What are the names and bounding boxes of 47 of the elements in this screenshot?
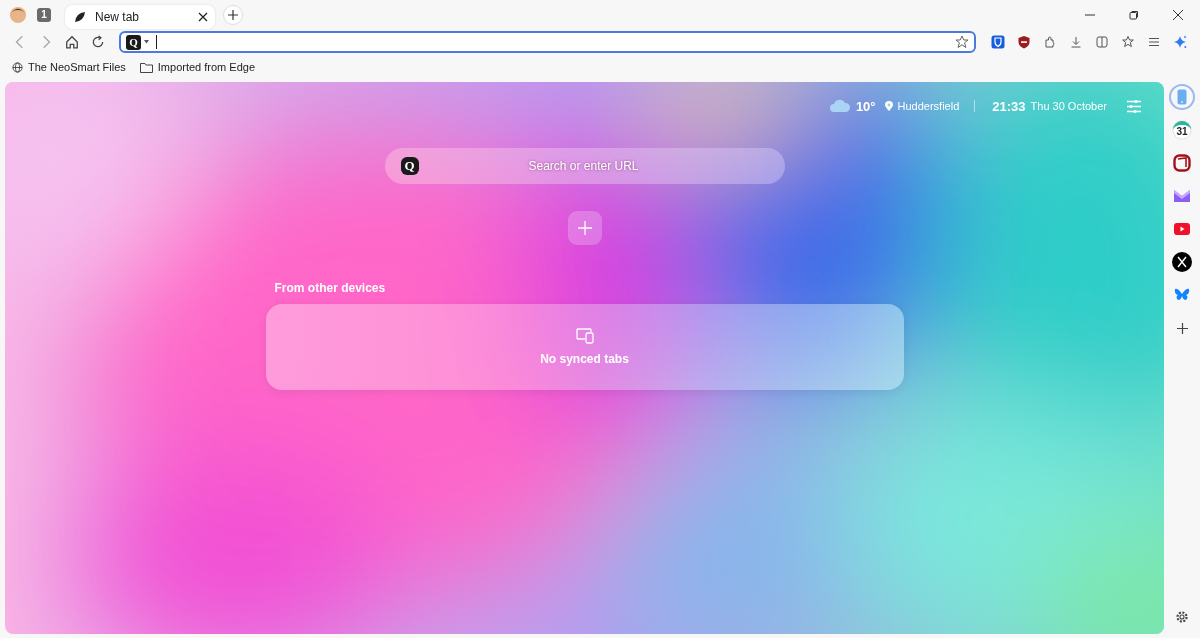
globe-icon [12, 61, 23, 73]
folder-icon [139, 61, 153, 73]
plus-icon [577, 221, 592, 235]
browser-tab[interactable]: New tab [65, 4, 215, 29]
leaf-icon [74, 10, 86, 23]
cloud-icon [828, 99, 851, 113]
x-logo-icon [1172, 252, 1192, 272]
settings-icon[interactable] [1175, 610, 1189, 624]
search-field[interactable]: Q Search or enter URL [384, 148, 785, 184]
butterfly-icon [1174, 288, 1190, 302]
play-icon [1174, 223, 1190, 235]
location-label: Huddersfield [897, 100, 960, 112]
add-icon[interactable] [1176, 323, 1188, 334]
date-label: Thu 30 October [1030, 100, 1107, 112]
menu-icon[interactable] [1147, 35, 1161, 49]
notebook-icon [1173, 154, 1191, 172]
clock-time: 21:33 [992, 98, 1026, 114]
settings-sliders-icon[interactable] [1126, 98, 1142, 114]
favorites-icon[interactable] [1121, 35, 1135, 49]
location-pin-icon [884, 101, 893, 111]
restore-icon[interactable] [1129, 10, 1139, 20]
empty-message: No synced tabs [540, 352, 629, 366]
shield-icon[interactable] [1017, 35, 1031, 49]
search-engine-logo[interactable]: Q [126, 34, 141, 50]
caret-icon[interactable] [144, 40, 149, 44]
close-icon[interactable] [198, 11, 208, 22]
address-bar[interactable]: Q [119, 31, 976, 53]
sparkle-icon[interactable] [1173, 35, 1187, 49]
reload-icon[interactable] [91, 35, 105, 49]
star-icon[interactable] [955, 35, 969, 49]
mail-icon [1174, 189, 1190, 203]
section-heading: From other devices [273, 281, 387, 295]
bookmark-item[interactable]: Imported from Edge [139, 61, 256, 73]
close-icon[interactable] [1173, 10, 1183, 20]
new-tab-button[interactable] [223, 5, 243, 25]
temperature: 10° [855, 98, 876, 114]
phone-icon [1177, 89, 1187, 105]
bookmark-item[interactable]: The NeoSmart Files [12, 61, 126, 73]
devices-icon [575, 328, 594, 344]
tab-count-button[interactable]: 1 [37, 8, 51, 22]
home-icon[interactable] [65, 35, 79, 49]
sidebar-app-button[interactable] [1169, 249, 1195, 275]
avatar-icon[interactable] [9, 6, 27, 24]
add-shortcut-button[interactable] [567, 211, 602, 245]
split-view-icon[interactable] [1095, 35, 1109, 49]
plus-icon [228, 10, 238, 20]
shield-icon[interactable] [991, 35, 1005, 49]
